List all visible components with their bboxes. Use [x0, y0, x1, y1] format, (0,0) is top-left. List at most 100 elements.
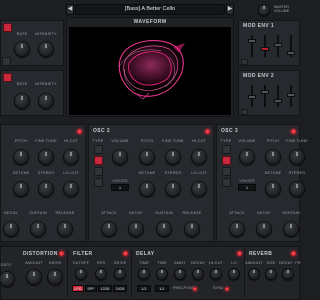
osc2-release-knob[interactable]	[184, 221, 200, 237]
delay-time-knob[interactable]	[138, 268, 150, 280]
left-mid-toggle[interactable]	[3, 73, 12, 82]
osc3-sustain-knob[interactable]	[283, 221, 299, 237]
osc1-decay-knob[interactable]	[3, 221, 19, 237]
distortion-amount-knob[interactable]	[26, 269, 42, 285]
osc2-pitch-knob[interactable]	[139, 149, 155, 165]
filter-cutoff-knob[interactable]	[75, 268, 87, 280]
delay-amnt-label: AMNT	[174, 261, 186, 265]
osc1-detune-knob[interactable]	[13, 181, 29, 197]
fx-left-label: EATO	[0, 263, 12, 267]
osc3-fine-tune-knob[interactable]	[289, 149, 305, 165]
osc1-power-led[interactable]	[77, 129, 82, 134]
osc3-decay-knob[interactable]	[256, 221, 272, 237]
reverb-size-knob[interactable]	[265, 268, 277, 280]
osc3-power-led[interactable]	[291, 129, 296, 134]
filter-mode-24db[interactable]: 24DB	[113, 285, 127, 292]
osc1-hi-cut-knob[interactable]	[63, 149, 79, 165]
left-top-intensity-label: INTENSITY	[35, 32, 57, 36]
osc2-stereo-knob[interactable]	[165, 181, 181, 197]
osc3-attack-knob[interactable]	[229, 221, 245, 237]
osc2-type-square-button[interactable]	[94, 167, 103, 176]
osc2-lo-cut-knob[interactable]	[191, 181, 207, 197]
delay-hi-cut-knob[interactable]	[210, 268, 222, 280]
osc3-voices-value[interactable]: 1	[238, 184, 256, 191]
osc2-voices-value[interactable]: 1	[111, 184, 129, 191]
osc3-type-saw-button[interactable]	[222, 156, 231, 165]
osc3-type-noise-button[interactable]	[222, 178, 231, 187]
delay-lo-knob[interactable]	[228, 268, 240, 280]
mod-env2-fader-a[interactable]	[248, 95, 256, 99]
fx-divider-1	[67, 249, 68, 297]
osc1-fine-tune-knob[interactable]	[38, 149, 54, 165]
osc3-pitch-knob[interactable]	[265, 149, 281, 165]
osc2-sustain-knob[interactable]	[156, 221, 172, 237]
delay-power-led[interactable]	[237, 251, 242, 256]
master-volume-knob[interactable]	[258, 4, 270, 16]
delay-time-l-knob[interactable]	[156, 268, 168, 280]
osc1-stereo-knob[interactable]	[38, 181, 54, 197]
mod-env1-fader-d[interactable]	[261, 47, 269, 51]
mod-env1-fader-a[interactable]	[248, 39, 256, 43]
filter-mode-lpg[interactable]: LPG	[72, 285, 84, 292]
left-top-intensity-knob[interactable]	[38, 41, 54, 57]
delay-decay-knob[interactable]	[192, 268, 204, 280]
delay-ping-pong-led[interactable]	[193, 287, 197, 291]
left-mid-intensity-knob[interactable]	[38, 93, 54, 109]
osc2-detune-knob[interactable]	[139, 181, 155, 197]
filter-res-knob[interactable]	[95, 268, 107, 280]
osc3-volume-knob[interactable]	[239, 149, 255, 165]
waveform-title: WAVEFORM	[133, 19, 167, 25]
osc3-stereo-knob[interactable]	[289, 181, 305, 197]
preset-prev-button[interactable]: ◀	[66, 4, 74, 15]
left-top-shape-button[interactable]	[2, 57, 11, 66]
osc2-hi-cut-knob[interactable]	[191, 149, 207, 165]
osc3-stereo-label: STEREO	[288, 171, 306, 175]
osc1-release-label: RELEASE	[55, 211, 75, 215]
osc2-attack-knob[interactable]	[101, 221, 117, 237]
mod-env2-fader-s[interactable]	[274, 99, 282, 103]
preset-selector[interactable]: [Bass] A Better Cello	[75, 4, 225, 15]
mod-env2-fader-d[interactable]	[261, 90, 269, 94]
osc2-type-sine-button[interactable]	[94, 145, 103, 154]
filter-drive-knob[interactable]	[114, 268, 126, 280]
reverb-decay-knob[interactable]	[282, 268, 294, 280]
reverb-power-led[interactable]	[291, 251, 296, 256]
mod-env2-fader-s-slot	[277, 85, 279, 107]
preset-next-button[interactable]: ▶	[226, 4, 234, 15]
waveform-graphic	[117, 40, 185, 100]
delay-time-l-label: TIME	[157, 261, 167, 265]
fx-left-knob[interactable]	[0, 271, 15, 287]
reverb-amount-knob[interactable]	[248, 268, 260, 280]
osc1-release-knob[interactable]	[57, 221, 73, 237]
osc3-fine-tune-label: FINE TUNE	[286, 139, 308, 143]
osc2-volume-knob[interactable]	[112, 149, 128, 165]
osc1-pitch-knob[interactable]	[13, 149, 29, 165]
left-top-rate-knob[interactable]	[14, 41, 30, 57]
mod-env2-fader-r[interactable]	[287, 93, 295, 97]
distortion-drive-knob[interactable]	[47, 269, 63, 285]
filter-mode-12db[interactable]: 12DB	[98, 285, 112, 292]
osc2-type-saw-button[interactable]	[94, 156, 103, 165]
left-top-toggle[interactable]	[3, 23, 12, 32]
delay-sync-led[interactable]	[225, 287, 229, 291]
osc2-fine-tune-knob[interactable]	[165, 149, 181, 165]
osc1-lo-cut-knob[interactable]	[63, 181, 79, 197]
osc2-power-led[interactable]	[205, 129, 210, 134]
osc1-sustain-knob[interactable]	[30, 221, 46, 237]
filter-mode-bpf[interactable]: BPF	[85, 285, 97, 292]
osc3-detune-knob[interactable]	[265, 181, 281, 197]
osc3-type-sine-button[interactable]	[222, 145, 231, 154]
filter-power-led[interactable]	[123, 251, 128, 256]
delay-time-l-value[interactable]: 1/1	[155, 285, 169, 292]
mod-env1-fader-r[interactable]	[287, 51, 295, 55]
osc2-type-noise-button[interactable]	[94, 178, 103, 187]
left-mid-rate-knob[interactable]	[14, 93, 30, 109]
mod-env1-fader-s[interactable]	[274, 43, 282, 47]
distortion-power-led[interactable]	[59, 251, 64, 256]
osc3-type-square-button[interactable]	[222, 167, 231, 176]
delay-amnt-knob[interactable]	[174, 268, 186, 280]
osc2-decay-knob[interactable]	[128, 221, 144, 237]
mod-env2-link-button[interactable]	[241, 109, 248, 115]
delay-time-value[interactable]: 1/1	[137, 285, 151, 292]
mod-env1-link-button[interactable]	[241, 59, 248, 65]
